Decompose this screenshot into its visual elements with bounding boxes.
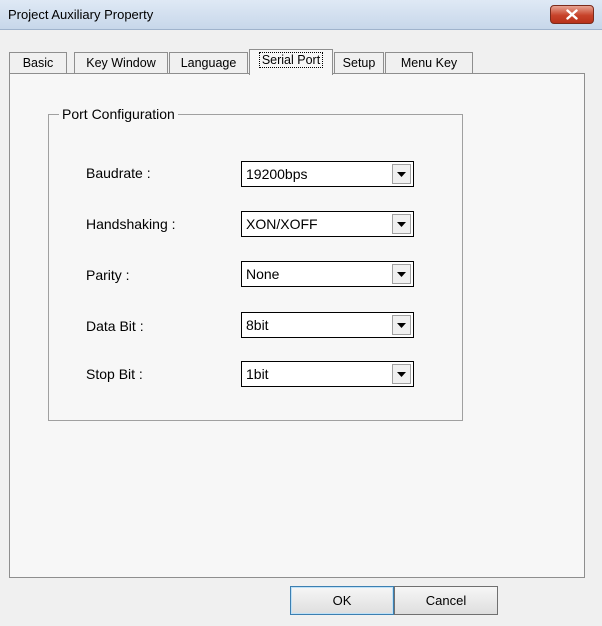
data-bit-value: 8bit <box>246 317 269 333</box>
chevron-down-icon[interactable] <box>392 164 411 184</box>
ok-button[interactable]: OK <box>290 586 394 615</box>
stop-bit-value: 1bit <box>246 366 269 382</box>
parity-label: Parity : <box>86 267 130 283</box>
stop-bit-select[interactable]: 1bit <box>241 361 414 387</box>
tab-label: Setup <box>342 56 376 70</box>
chevron-down-icon[interactable] <box>392 364 411 384</box>
parity-select[interactable]: None <box>241 261 414 287</box>
handshaking-select[interactable]: XON/XOFF <box>241 211 414 237</box>
tab-label: Basic <box>22 56 54 70</box>
data-bit-label: Data Bit : <box>86 318 144 334</box>
tab-label: Key Window <box>86 56 156 70</box>
tab-basic[interactable]: Basic <box>9 52 67 74</box>
tab-label: Serial Port <box>258 52 324 68</box>
chevron-down-icon[interactable] <box>392 214 411 234</box>
tab-setup[interactable]: Setup <box>334 52 384 74</box>
parity-value: None <box>246 266 280 282</box>
tab-menu-key[interactable]: Menu Key <box>385 52 473 74</box>
close-icon <box>566 9 578 20</box>
tab-language[interactable]: Language <box>169 52 248 74</box>
tab-label: Menu Key <box>400 56 458 70</box>
data-bit-select[interactable]: 8bit <box>241 312 414 338</box>
stop-bit-label: Stop Bit : <box>86 366 143 382</box>
close-button[interactable] <box>550 5 594 24</box>
tab-panel-serial-port: Port Configuration Baudrate : 19200bps H… <box>9 73 585 578</box>
title-bar: Project Auxiliary Property <box>0 0 602 30</box>
tab-serial-port[interactable]: Serial Port <box>249 49 333 75</box>
tab-key-window[interactable]: Key Window <box>74 52 168 74</box>
baudrate-select[interactable]: 19200bps <box>241 161 414 187</box>
tab-label: Language <box>180 56 237 70</box>
window-title: Project Auxiliary Property <box>8 7 154 22</box>
chevron-down-icon[interactable] <box>392 315 411 335</box>
baudrate-value: 19200bps <box>246 166 308 182</box>
chevron-down-icon[interactable] <box>392 264 411 284</box>
group-legend: Port Configuration <box>59 106 178 122</box>
handshaking-value: XON/XOFF <box>246 216 318 232</box>
baudrate-label: Baudrate : <box>86 165 151 181</box>
handshaking-label: Handshaking : <box>86 216 176 232</box>
port-configuration-group: Port Configuration Baudrate : 19200bps H… <box>48 106 463 421</box>
cancel-button[interactable]: Cancel <box>394 586 498 615</box>
